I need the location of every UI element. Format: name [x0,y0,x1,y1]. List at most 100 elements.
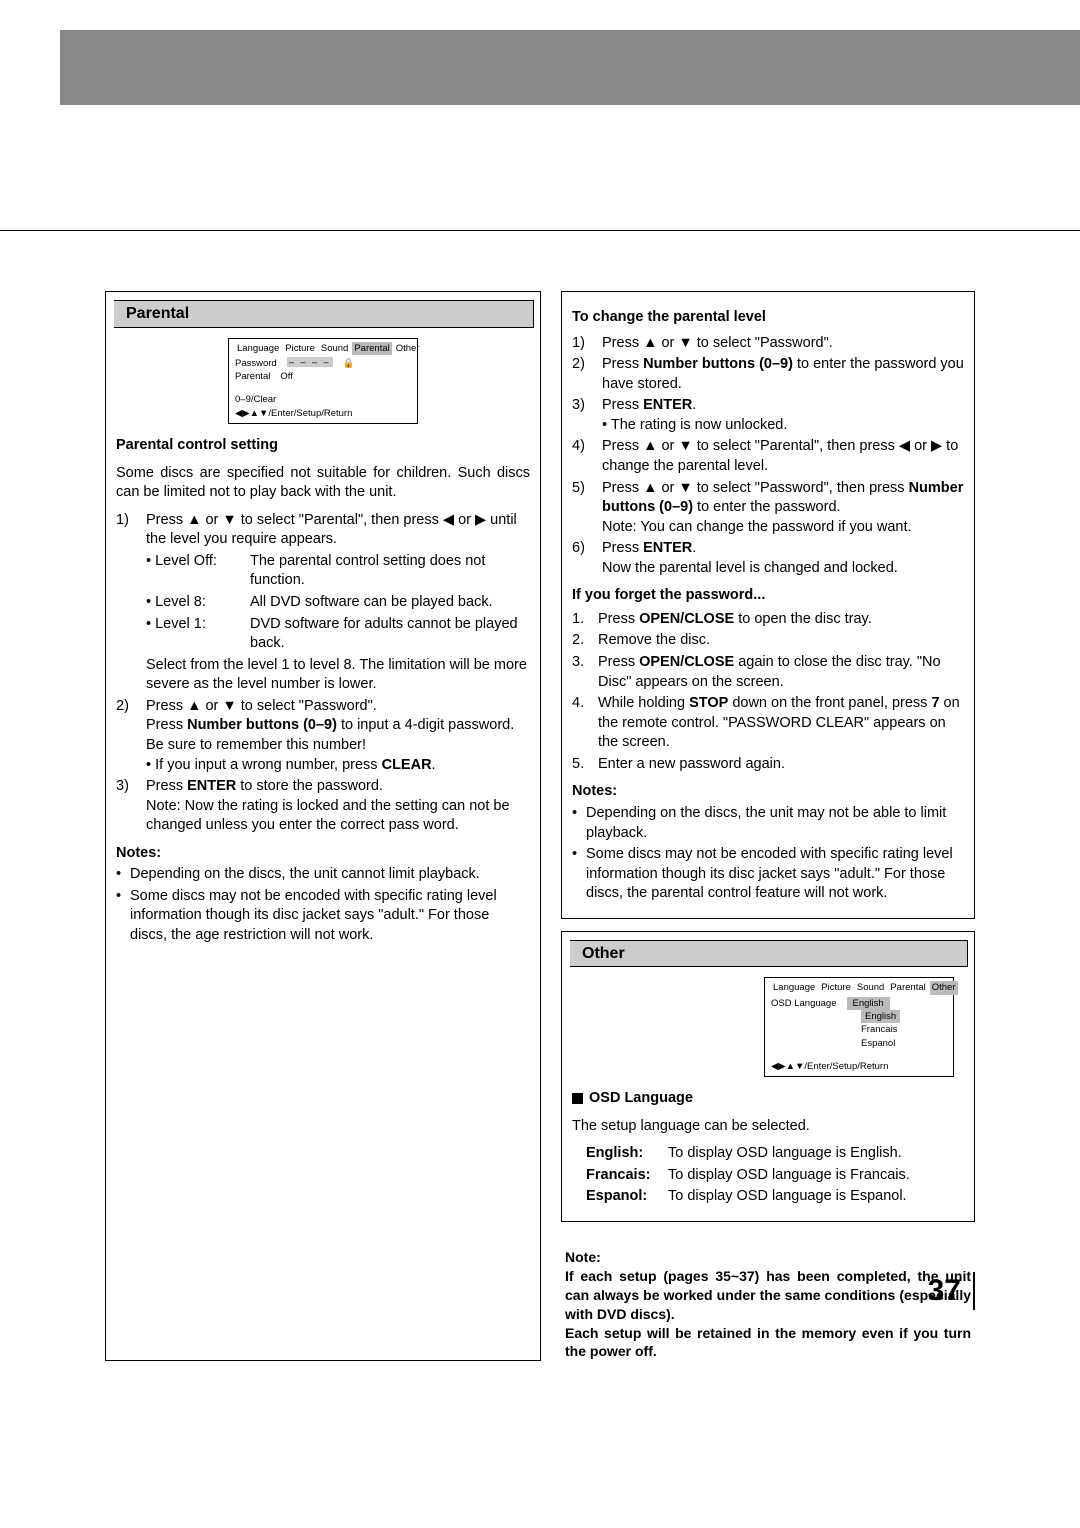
cstep-4: Press ▲ or ▼ to select "Parental", then … [572,437,964,476]
osd-tab-selected: Parental [352,342,391,355]
step-bold: OPEN/CLOSE [639,611,734,627]
step-text: Press [598,654,639,670]
level-name: Level 8: [160,593,250,613]
osd-hint: ◀▶▲▼/Enter/Setup/Return [771,1060,947,1073]
osd-tab: Picture [283,342,317,355]
change-parental-head: To change the parental level [572,308,964,328]
osd-tab: Picture [819,981,853,994]
osd-lang-row: English:To display OSD language is Engli… [586,1144,964,1164]
step-text: Press ▲ or ▼ to select "Parental", then … [602,438,958,474]
square-bullet-icon [572,1093,583,1104]
note-item: Some discs may not be encoded with speci… [116,887,530,946]
parental-osd-screenshot: Language Picture Sound Parental Other Pa… [228,338,418,424]
step-text: Press [146,778,187,794]
note-line: Each setup will be retained in the memor… [565,1325,971,1360]
step-text: Press [602,540,643,556]
level-name: Level Off: [160,552,250,591]
level-desc: The parental control setting does not fu… [250,552,530,591]
fstep-1: Press OPEN/CLOSE to open the disc tray. [572,610,964,630]
osd-language-text: OSD Language [589,1090,693,1106]
forgot-steps: Press OPEN/CLOSE to open the disc tray. … [572,610,964,775]
level-desc: DVD software for adults cannot be played… [250,615,530,654]
step-bold: CLEAR [382,757,432,773]
step-text: While holding [598,695,689,711]
level-row: Level 1:DVD software for adults cannot b… [160,615,530,654]
osd-option: Francais [861,1023,947,1036]
step-text: Press [602,397,643,413]
decorative-gray-band [60,30,1080,105]
step-text: Press [602,356,643,372]
note-item: Depending on the discs, the unit cannot … [116,865,530,885]
osd-options: English Francais Espanol [861,1010,947,1050]
step-bold: ENTER [187,778,236,794]
password-field-icon: – – – – [287,357,333,367]
osd-option: Espanol [861,1037,947,1050]
osd-tab: Parental [888,981,927,994]
step-3: Press ENTER to store the password. Note:… [116,777,530,836]
osd-tab: Language [235,342,281,355]
osd-lang-desc: To display OSD language is English. [668,1144,902,1164]
forgot-head: If you forget the password... [572,586,964,606]
final-note: Note: If each setup (pages 35~37) has be… [561,1248,975,1361]
step-text: . [692,540,696,556]
note-line: If each setup (pages 35~37) has been com… [565,1268,971,1322]
notes-label: Notes: [572,782,964,802]
parental-steps: Press ▲ or ▼ to select "Parental", then … [116,511,530,836]
step-text: Press ▲ or ▼ to select "Parental", then … [146,512,517,548]
osd-lang-row: Espanol:To display OSD language is Espan… [586,1187,964,1207]
fstep-5: Enter a new password again. [572,755,964,775]
osd-tab: Other [394,342,422,355]
osd-lang-desc: To display OSD language is Espanol. [668,1187,907,1207]
step-text: to enter the password. [693,499,841,515]
osd-option: English [861,1010,900,1023]
step-sub: • The rating is now unlocked. [602,417,787,433]
lock-icon: 🔒 [343,357,355,370]
parental-control-subhead: Parental control setting [116,436,530,456]
notes-list: Depending on the discs, the unit cannot … [116,865,530,945]
osd-lang-row: Francais:To display OSD language is Fran… [586,1166,964,1186]
step-bold: OPEN/CLOSE [639,654,734,670]
step-text: to store the password. [236,778,383,794]
osd-lang-name: English: [586,1144,668,1164]
osd-lang-name: Espanol: [586,1187,668,1207]
osd-hint: 0–9/Clear [235,393,411,406]
step-text: Press [146,717,187,733]
cstep-3: Press ENTER. • The rating is now unlocked… [572,396,964,435]
step-text: • If you input a wrong number, press [146,757,382,773]
osd-row-value: English [847,997,890,1010]
other-heading: Other [570,940,968,968]
cstep-1: Press ▲ or ▼ to select "Password". [572,334,964,354]
step-bold: ENTER [643,540,692,556]
step-bold: Number buttons (0–9) [643,356,793,372]
level-name: Level 1: [160,615,250,654]
fstep-3: Press OPEN/CLOSE again to close the disc… [572,653,964,692]
note-item: Some discs may not be encoded with speci… [572,845,964,904]
osd-hint: ◀▶▲▼/Enter/Setup/Return [235,407,411,420]
step-text: down on the front panel, press [728,695,931,711]
page-content: Parental Language Picture Sound Parental… [0,230,1080,1528]
note-label: Note: [565,1249,601,1265]
cstep-6: Press ENTER. Now the parental level is ch… [572,539,964,578]
step-text: Remove the disc. [598,632,710,648]
osd-tab: Sound [319,342,350,355]
parental-heading: Parental [114,300,534,328]
note-item: Depending on the discs, the unit may not… [572,804,964,843]
notes-label: Notes: [116,844,530,864]
fstep-2: Remove the disc. [572,631,964,651]
osd-rows: English:To display OSD language is Engli… [572,1144,964,1207]
change-parental-box: To change the parental level Press ▲ or … [561,291,975,919]
step-text: Press ▲ or ▼ to select "Password", then … [602,480,909,496]
fstep-4: While holding STOP down on the front pan… [572,694,964,753]
step-sub: Now the parental level is changed and lo… [602,560,898,576]
change-steps: Press ▲ or ▼ to select "Password". Press… [572,334,964,579]
osd-intro: The setup language can be selected. [572,1117,964,1137]
osd-tab-selected: Other [930,981,958,994]
parental-section: Parental Language Picture Sound Parental… [105,291,541,1361]
step-bold: 7 [931,695,939,711]
osd-row-label: OSD Language [771,997,837,1010]
step-note: Note: You can change the password if you… [602,519,912,535]
step-2: Press ▲ or ▼ to select "Password". Press… [116,697,530,775]
step-text: to open the disc tray. [734,611,872,627]
step-text: . [692,397,696,413]
step-bold: ENTER [643,397,692,413]
